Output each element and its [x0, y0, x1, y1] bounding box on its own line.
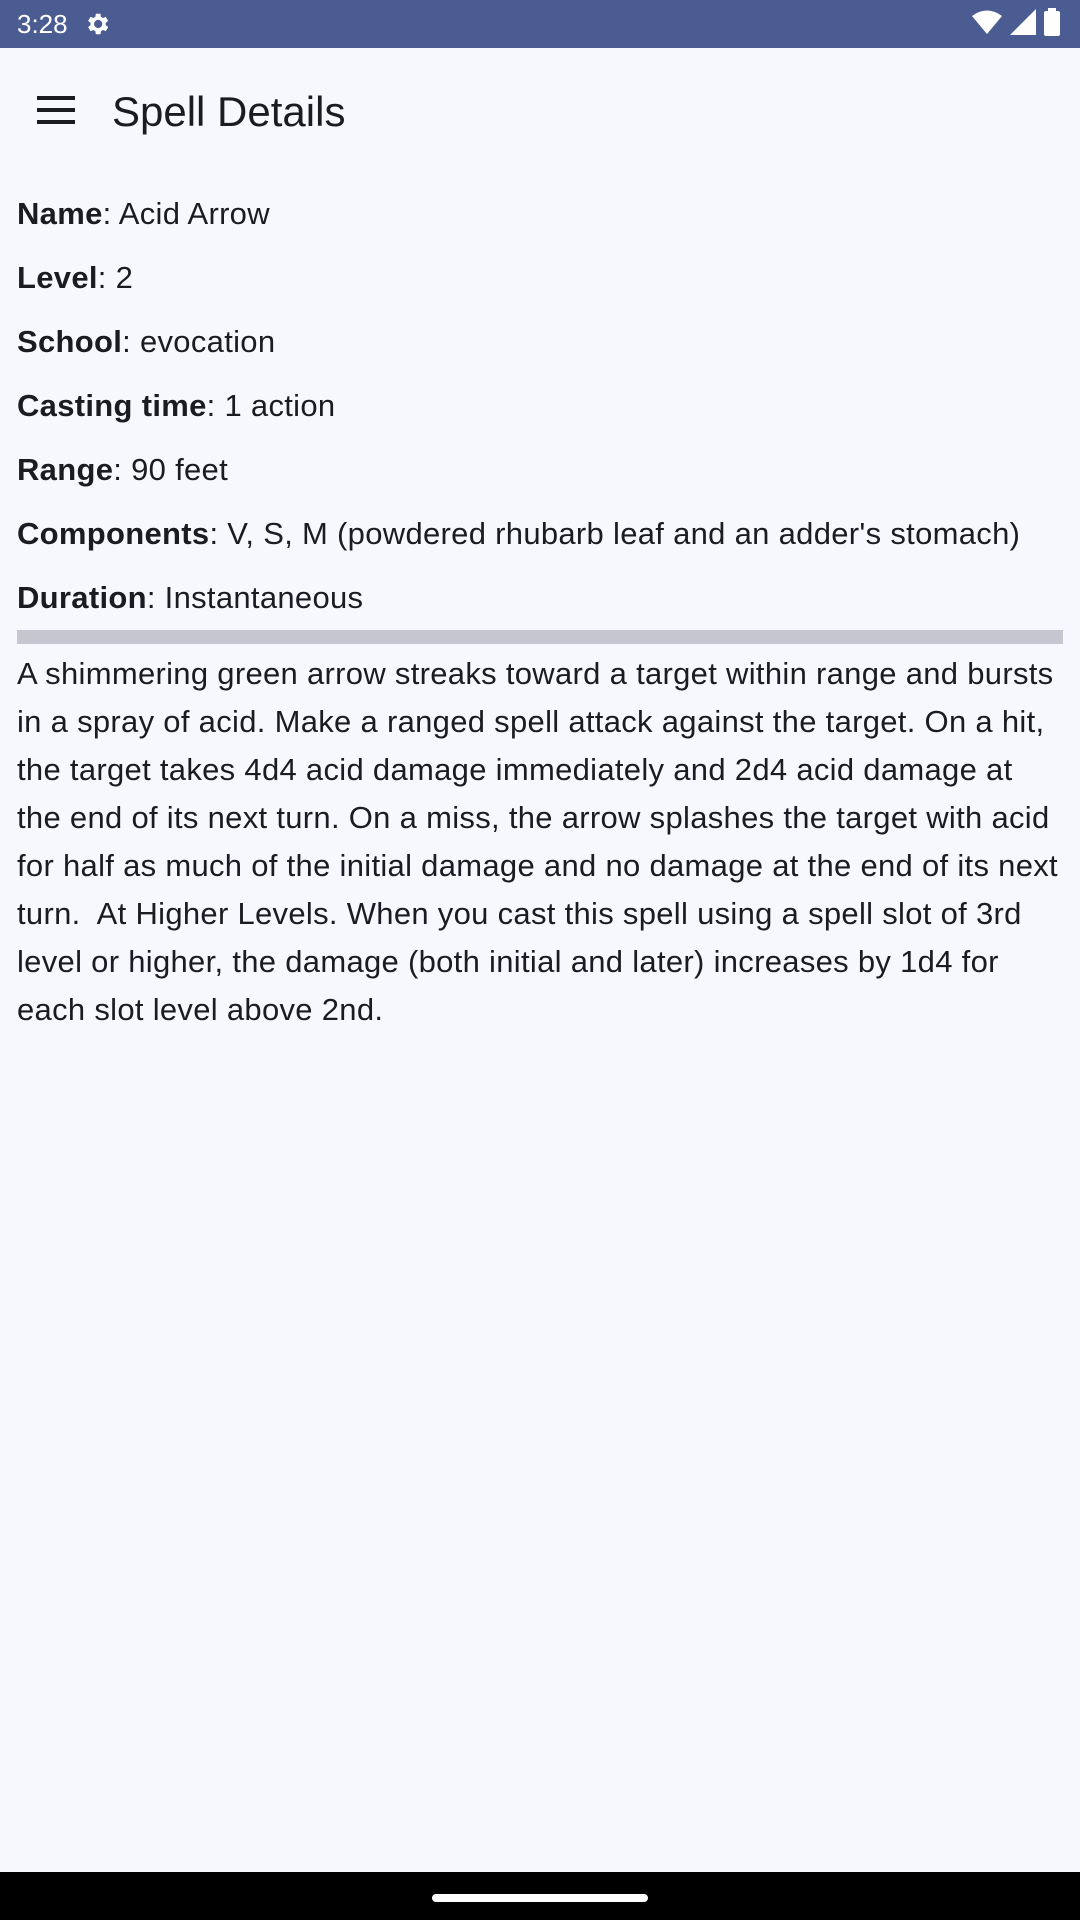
divider [17, 630, 1063, 644]
field-label: Name [17, 196, 103, 231]
field-value: : 90 feet [113, 452, 228, 487]
spell-description: A shimmering green arrow streaks toward … [17, 656, 1067, 1027]
navigation-bar [0, 1872, 1080, 1920]
field-label: Duration [17, 580, 147, 615]
spell-field-duration: Duration: Instantaneous [17, 574, 1063, 622]
spell-field-casting-time: Casting time: 1 action [17, 382, 1063, 430]
field-value: : evocation [122, 324, 276, 359]
home-gesture-handle[interactable] [432, 1894, 648, 1902]
wifi-icon [972, 9, 1002, 40]
field-value: : 2 [97, 260, 134, 295]
settings-gear-icon [83, 10, 111, 38]
spell-details: Name: Acid Arrow Level: 2 School: evocat… [17, 190, 1063, 1034]
spell-field-components: Components: V, S, M (powdered rhubarb le… [17, 510, 1063, 558]
spell-field-level: Level: 2 [17, 254, 1063, 302]
spell-field-name: Name: Acid Arrow [17, 190, 1063, 238]
status-bar: 3:28 [0, 0, 1080, 48]
menu-button[interactable] [20, 76, 92, 148]
field-value: : Acid Arrow [102, 196, 270, 231]
spell-field-school: School: evocation [17, 318, 1063, 366]
field-label: Components [17, 516, 210, 551]
app-bar: Spell Details [0, 48, 1080, 176]
field-label: Level [17, 260, 98, 295]
spell-field-range: Range: 90 feet [17, 446, 1063, 494]
signal-icon [1010, 8, 1036, 40]
field-label: Casting time [17, 388, 207, 423]
field-label: Range [17, 452, 114, 487]
field-value: : 1 action [206, 388, 336, 423]
field-value: : V, S, M (powdered rhubarb leaf and an … [209, 516, 1021, 551]
status-time: 3:28 [17, 9, 68, 39]
field-label: School [17, 324, 123, 359]
hamburger-menu-icon [37, 95, 75, 129]
field-value: : Instantaneous [146, 580, 364, 615]
page-title: Spell Details [112, 88, 346, 135]
battery-icon [1044, 7, 1060, 41]
status-icons [972, 7, 1060, 41]
